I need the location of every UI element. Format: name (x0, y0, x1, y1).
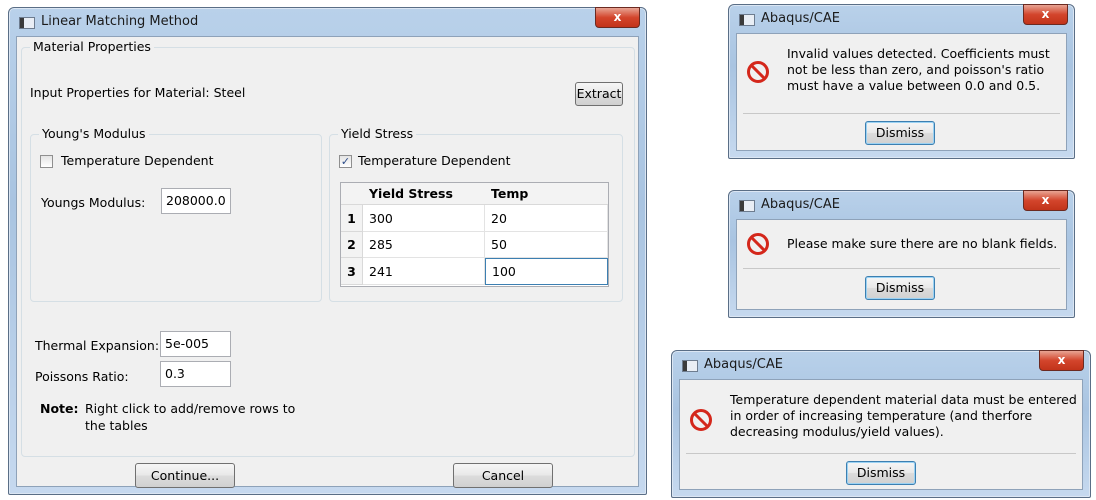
note-text-line1: Right click to add/remove rows to (85, 401, 296, 416)
linear-matching-window: Linear Matching Method x Material Proper… (8, 7, 647, 495)
alert-message-line: Invalid values detected. Coefficients mu… (787, 46, 1050, 61)
yield-stress-table: Yield Stress Temp 1 300 20 2 285 50 3 24… (340, 182, 609, 287)
cell-temp[interactable]: 50 (485, 232, 608, 258)
close-button[interactable]: x (595, 7, 640, 28)
app-icon (682, 360, 698, 372)
cancel-button[interactable]: Cancel (453, 463, 553, 488)
close-button[interactable]: x (1023, 4, 1068, 25)
separator (686, 453, 1076, 454)
cell-temp-editing[interactable]: 100 (485, 258, 608, 285)
dismiss-button[interactable]: Dismiss (865, 121, 935, 145)
row-header-1[interactable]: 1 (341, 205, 363, 232)
title-bar[interactable]: Linear Matching Method x (9, 7, 646, 36)
alert-message-line: Temperature dependent material data must… (730, 392, 1077, 407)
yield-temp-dependent-checkbox[interactable]: ✓ (339, 155, 352, 168)
youngs-modulus-title: Young's Modulus (39, 126, 149, 141)
youngs-modulus-label: Youngs Modulus: (41, 195, 146, 210)
alert-invalid-values: Abaqus/CAE x Invalid values detected. Co… (728, 4, 1075, 159)
alert-blank-fields: Abaqus/CAE x Please make sure there are … (728, 190, 1075, 318)
thermal-expansion-input[interactable]: 5e-005 (160, 331, 231, 357)
input-properties-label: Input Properties for Material: Steel (30, 85, 246, 100)
error-icon (747, 61, 769, 83)
alert-message-line: not be less than zero, and poisson's rat… (787, 62, 1045, 77)
alert-title: Abaqus/CAE (761, 11, 840, 26)
table-corner (341, 183, 363, 205)
alert-title-bar[interactable]: Abaqus/CAE x (672, 350, 1090, 379)
error-icon (747, 233, 769, 255)
alert-body: Invalid values detected. Coefficients mu… (736, 33, 1067, 151)
alert-body: Please make sure there are no blank fiel… (736, 219, 1067, 310)
close-button[interactable]: x (1023, 190, 1068, 211)
dialog-body: Material Properties Input Properties for… (16, 36, 639, 488)
dismiss-button[interactable]: Dismiss (865, 276, 935, 300)
continue-button[interactable]: Continue... (135, 463, 235, 488)
alert-message-line: decreasing modulus/yield values). (730, 424, 944, 439)
alert-message-line: Please make sure there are no blank fiel… (787, 236, 1058, 251)
youngs-modulus-group: Young's Modulus Temperature Dependent Yo… (30, 126, 322, 302)
app-icon (739, 200, 755, 212)
youngs-modulus-input[interactable]: 208000.0 (161, 188, 231, 214)
yield-temp-dependent-label: Temperature Dependent (358, 153, 511, 168)
cell-temp[interactable]: 20 (485, 205, 608, 232)
cell-yield-stress[interactable]: 300 (363, 205, 485, 232)
error-icon (690, 409, 712, 431)
window-title: Linear Matching Method (41, 14, 199, 29)
alert-title-bar[interactable]: Abaqus/CAE x (729, 190, 1074, 219)
cell-yield-stress[interactable]: 285 (363, 232, 485, 258)
app-icon (739, 14, 755, 26)
poissons-ratio-input[interactable]: 0.3 (160, 361, 231, 387)
poissons-ratio-label: Poissons Ratio: (35, 369, 129, 384)
dismiss-button[interactable]: Dismiss (846, 461, 916, 485)
alert-body: Temperature dependent material data must… (679, 379, 1083, 490)
close-button[interactable]: x (1039, 350, 1084, 371)
note-text-line2: the tables (85, 418, 148, 433)
alert-title: Abaqus/CAE (704, 357, 783, 372)
column-header-yield-stress[interactable]: Yield Stress (363, 183, 485, 205)
separator (743, 113, 1060, 114)
column-header-temp[interactable]: Temp (485, 183, 608, 205)
material-properties-group: Material Properties Input Properties for… (21, 39, 635, 457)
alert-temperature-order: Abaqus/CAE x Temperature dependent mater… (671, 350, 1091, 498)
alert-title-bar[interactable]: Abaqus/CAE x (729, 4, 1074, 33)
row-header-3[interactable]: 3 (341, 258, 363, 285)
alert-title: Abaqus/CAE (761, 197, 840, 212)
cell-yield-stress[interactable]: 241 (363, 258, 485, 285)
material-properties-title: Material Properties (30, 39, 154, 54)
yield-stress-group: Yield Stress ✓ Temperature Dependent Yie… (329, 126, 623, 302)
row-header-2[interactable]: 2 (341, 232, 363, 258)
extract-button[interactable]: Extract (575, 82, 623, 106)
youngs-temp-dependent-checkbox[interactable] (40, 155, 53, 168)
alert-message-line: must have a value between 0.0 and 0.5. (787, 78, 1041, 93)
youngs-temp-dependent-label: Temperature Dependent (61, 153, 214, 168)
separator (743, 268, 1060, 269)
app-icon (19, 17, 35, 29)
note-label: Note: (40, 401, 79, 416)
thermal-expansion-label: Thermal Expansion: (35, 338, 160, 353)
yield-stress-title: Yield Stress (338, 126, 417, 141)
alert-message-line: in order of increasing temperature (and … (730, 408, 1033, 423)
